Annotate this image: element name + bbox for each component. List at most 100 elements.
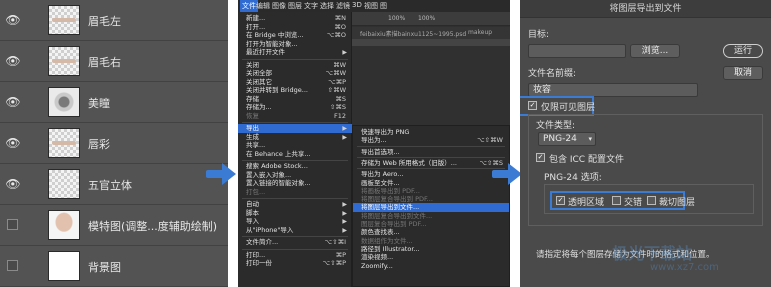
menu-6[interactable]: 滤镜 xyxy=(336,1,350,11)
menu-item-label: 导出首选项... xyxy=(361,147,400,156)
zoom-a[interactable]: 100% xyxy=(388,15,405,22)
menu-item[interactable]: 恢复 F12 xyxy=(238,112,352,121)
menu-item-label: 从"iPhone"导入 xyxy=(246,225,294,234)
transparency-checkbox[interactable]: ✓ xyxy=(556,196,565,205)
layer-name: 模特图(调整...度辅助绘制) xyxy=(88,220,218,233)
photoshop-window: 文件 编辑 图像 图层 文字 选择 滤镜 3D 视图图 100% 100% feibaixiu素… xyxy=(238,0,510,287)
layer-row[interactable]: 👁 五官立体 xyxy=(0,164,228,205)
layer-name: 五官立体 xyxy=(88,179,132,192)
menu-item-shortcut: ⌥⇧⌘I xyxy=(324,238,346,246)
trim-checkbox[interactable] xyxy=(647,196,656,205)
menu-separator xyxy=(242,248,348,250)
menu-item-shortcut: ⌥⇧⌘W xyxy=(477,136,503,145)
layer-name: 眉毛左 xyxy=(88,15,121,28)
menu-item-label: 最近打开文件 xyxy=(246,48,285,56)
menu-item[interactable]: 打印一份 ⌥⇧⌘P xyxy=(238,259,352,268)
browse-button[interactable]: 浏览... xyxy=(630,44,680,58)
prefix-label: 文件名前缀: xyxy=(528,69,577,79)
file-menu: 新建... ⌘N 打开... ⌘O 在 Bridge 中浏览... ⌥⌘O 打开为智能对象.… xyxy=(238,12,352,287)
visibility-toggle[interactable] xyxy=(7,260,18,271)
visibility-toggle[interactable] xyxy=(7,219,18,230)
layers-panel: 👁 眉毛左 👁 眉毛右 👁 美瞳 👁 唇彩 👁 五官立体 模特图(调整...度辅助绘制) 背景图 xyxy=(0,0,228,287)
menu-9[interactable]: 图 xyxy=(380,1,387,11)
eye-icon[interactable]: 👁 xyxy=(4,54,22,68)
target-field[interactable] xyxy=(528,44,626,58)
menu-1[interactable]: 编辑 xyxy=(256,1,270,11)
layer-row[interactable]: 模特图(调整...度辅助绘制) xyxy=(0,205,228,246)
icc-checkbox[interactable]: ✓ xyxy=(536,153,545,162)
menu-2[interactable]: 图像 xyxy=(272,1,286,11)
tab-document-1[interactable]: feibaixiu素描bainxu1125~1995.psd xyxy=(360,29,466,38)
eye-icon[interactable]: 👁 xyxy=(4,13,22,27)
layer-thumbnail xyxy=(48,210,80,240)
layer-thumbnail xyxy=(48,5,80,35)
layer-row[interactable]: 👁 眉毛左 xyxy=(0,0,228,41)
layer-name: 背景图 xyxy=(88,261,121,274)
menu-item[interactable]: 最近打开文件 ▶ xyxy=(238,48,352,57)
checkmark-icon: ✓ xyxy=(537,153,544,161)
menu-separator xyxy=(242,198,348,199)
visible-only-checkbox[interactable]: ✓ xyxy=(528,101,537,110)
visible-only-label: 仅限可见图层 xyxy=(541,103,596,113)
menu-item[interactable]: 在 Behance 上共享... xyxy=(238,150,352,159)
cancel-button[interactable]: 取消 xyxy=(723,66,763,80)
menu-separator xyxy=(242,236,348,237)
menu-item-shortcut: F12 xyxy=(333,111,346,120)
menu-item[interactable]: 导出为... ⌥⇧⌘W xyxy=(353,136,509,145)
run-button[interactable]: 运行 xyxy=(723,44,763,58)
layer-thumbnail xyxy=(48,251,80,281)
menu-item[interactable]: 从"iPhone"导入 ▶ xyxy=(238,226,352,235)
menu-item-label: 恢复 xyxy=(246,111,259,120)
file-type-select[interactable]: PNG-24 ▾ xyxy=(538,132,596,146)
layer-row[interactable]: 👁 美瞳 xyxy=(0,82,228,123)
checkmark-icon: ✓ xyxy=(557,196,564,204)
menu-separator xyxy=(242,160,348,161)
layer-thumbnail xyxy=(48,46,80,76)
export-submenu: 快速导出为 PNG 导出为... ⌥⇧⌘W 导出首选项... 存储为 Web 所用格式（… xyxy=(352,125,510,287)
menu-7[interactable]: 3D xyxy=(352,1,362,9)
menu-item[interactable]: 打包... xyxy=(238,188,352,197)
menu-item-label: Zoomify... xyxy=(361,261,393,270)
menu-8[interactable]: 视图 xyxy=(364,1,378,11)
watermark-url: www.xz7.com xyxy=(650,262,719,273)
file-type-label: 文件类型: xyxy=(536,121,576,131)
target-label: 目标: xyxy=(528,30,550,40)
menu-item-label: 在 Behance 上共享... xyxy=(246,149,311,158)
menu-4[interactable]: 文字 xyxy=(304,1,318,11)
menu-item-label: 打包... xyxy=(246,187,266,196)
eye-icon[interactable]: 👁 xyxy=(4,136,22,150)
eye-icon[interactable]: 👁 xyxy=(4,177,22,191)
tab-document-2[interactable]: makeup xyxy=(468,29,492,36)
layer-row[interactable]: 👁 眉毛右 xyxy=(0,41,228,82)
menu-item-label: 文件简介... xyxy=(246,238,279,246)
arrow-right-icon xyxy=(206,163,236,185)
trim-label: 裁切图层 xyxy=(659,198,696,208)
dialog-title: 将图层导出到文件 xyxy=(520,0,771,18)
layer-thumbnail xyxy=(48,87,80,117)
layer-row[interactable]: 背景图 xyxy=(0,246,228,287)
ruler xyxy=(338,39,510,46)
layer-thumbnail xyxy=(48,128,80,158)
menu-item-label: 导出为... xyxy=(361,136,387,145)
menu-3[interactable]: 图层 xyxy=(288,1,302,11)
zoom-b[interactable]: 100% xyxy=(418,15,435,22)
submenu-arrow-icon: ▶ xyxy=(342,49,347,56)
menu-item[interactable]: 导出首选项... xyxy=(353,148,509,157)
menu-separator xyxy=(242,58,348,60)
transparency-label: 透明区域 xyxy=(568,198,605,208)
interlaced-checkbox[interactable] xyxy=(612,196,621,205)
menu-item[interactable]: 存储为 Web 所用格式（旧版）... ⌥⇧⌘S xyxy=(353,159,509,168)
watermark-text: 极光下载站 xyxy=(612,244,693,263)
prefix-input[interactable]: 妆容 xyxy=(528,83,698,97)
menu-item[interactable]: Zoomify... xyxy=(353,262,509,271)
menu-separator xyxy=(357,156,505,158)
layer-name: 美瞳 xyxy=(88,97,110,110)
menu-5[interactable]: 选择 xyxy=(320,1,334,11)
menu-item-label: 存储为 Web 所用格式（旧版）... xyxy=(361,158,458,167)
menu-item-shortcut: ⌥⇧⌘P xyxy=(322,259,346,267)
eye-icon[interactable]: 👁 xyxy=(4,95,22,109)
layer-row[interactable]: 👁 唇彩 xyxy=(0,123,228,164)
menu-item[interactable]: 文件简介... ⌥⇧⌘I xyxy=(238,238,352,247)
submenu-arrow-icon: ▶ xyxy=(342,226,347,234)
arrow-right-icon xyxy=(492,163,522,185)
